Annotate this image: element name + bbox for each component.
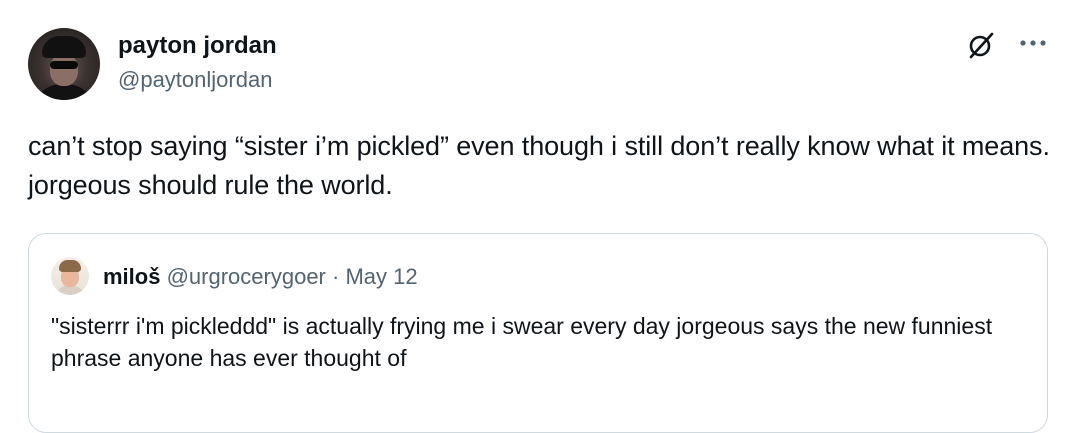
grok-icon[interactable] [966,30,996,60]
quote-tweet-card[interactable]: miloš @urgrocerygoer · May 12 "sisterrr … [28,233,1048,433]
tweet-text: can’t stop saying “sister i’m pickled” e… [28,131,1050,200]
quote-author-handle[interactable]: @urgrocerygoer [167,264,326,289]
more-options-icon[interactable] [1018,36,1048,50]
quote-avatar-hair [59,260,81,272]
quote-header: miloš @urgrocerygoer · May 12 [103,262,418,292]
quote-text: "sisterrr i'm pickleddd" is actually fry… [51,313,993,371]
quote-author-display-name[interactable]: miloš [103,264,160,289]
author-display-name[interactable]: payton jordan [118,31,277,61]
quote-separator: · [332,264,340,289]
avatar-hat [42,36,86,58]
quote-author-avatar[interactable] [51,257,89,295]
author-avatar[interactable] [28,28,100,100]
quote-date[interactable]: May 12 [345,264,417,289]
avatar-face [50,54,78,86]
author-handle[interactable]: @paytonljordan [118,66,272,94]
tweet: payton jordan @paytonljordan can’t stop … [0,0,1080,433]
avatar-sunglasses [50,61,78,69]
avatar-shoulders [32,84,96,100]
